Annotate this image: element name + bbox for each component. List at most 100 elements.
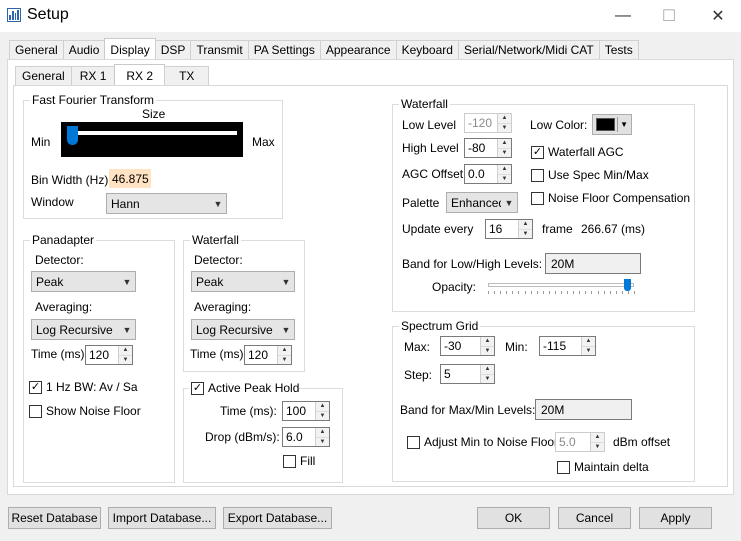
spin-up-icon[interactable]: ▲ — [498, 139, 511, 148]
subtab-rx1[interactable]: RX 1 — [70, 66, 116, 85]
spin-down-icon[interactable]: ▼ — [498, 173, 511, 183]
tab-keyboard[interactable]: Keyboard — [395, 40, 459, 59]
spin-up-icon[interactable]: ▲ — [119, 346, 132, 355]
one-hz-bw-checkbox[interactable]: ✓ — [29, 381, 42, 394]
spin-down-icon[interactable]: ▼ — [278, 354, 291, 364]
opacity-tick — [542, 291, 544, 294]
fft-slider-thumb[interactable] — [67, 126, 78, 145]
fft-slider-ticks — [67, 149, 237, 150]
panadapter-averaging-combo[interactable]: Log Recursive ▼ — [31, 319, 136, 340]
window-combo-value: Hann — [111, 196, 140, 211]
adjust-offset-spinner[interactable]: 5.0 ▲ ▼ — [555, 432, 605, 452]
low-color-picker[interactable]: ▼ — [592, 114, 632, 135]
ok-button[interactable]: OK — [477, 507, 550, 529]
spin-up-icon[interactable]: ▲ — [481, 337, 494, 346]
noise-floor-compensation-checkbox[interactable] — [531, 192, 544, 205]
spin-up-icon[interactable]: ▲ — [498, 165, 511, 174]
opacity-tick — [585, 291, 587, 294]
subtab-rx2[interactable]: RX 2 — [114, 64, 166, 86]
spin-down-icon[interactable]: ▼ — [316, 436, 329, 446]
tab-appearance[interactable]: Appearance — [319, 40, 397, 59]
grid-max-spinner[interactable]: -30 ▲ ▼ — [440, 336, 495, 356]
main-tabstrip: General Audio Display DSP Transmit PA Se… — [9, 38, 639, 60]
peak-hold-drop-spinner[interactable]: 6.0 ▲ ▼ — [282, 427, 330, 447]
spin-down-icon[interactable]: ▼ — [119, 354, 132, 364]
grid-min-value: -115 — [543, 339, 567, 353]
agc-offset-value: 0.0 — [468, 167, 485, 181]
export-database-button[interactable]: Export Database... — [223, 507, 332, 529]
peak-hold-time-spinner[interactable]: 100 ▲ ▼ — [282, 401, 330, 421]
tab-display[interactable]: Display — [104, 38, 156, 60]
use-spec-min-max-checkbox[interactable] — [531, 169, 544, 182]
tab-dsp[interactable]: DSP — [154, 40, 192, 59]
spin-down-icon[interactable]: ▼ — [582, 345, 595, 355]
adjust-min-noise-floor-checkbox[interactable] — [407, 436, 420, 449]
spin-up-icon[interactable]: ▲ — [519, 220, 532, 229]
spin-up-icon[interactable]: ▲ — [591, 433, 604, 442]
opacity-tick — [488, 291, 489, 294]
spin-down-icon[interactable]: ▼ — [591, 441, 604, 451]
grid-step-spinner[interactable]: 5 ▲ ▼ — [440, 364, 495, 384]
waterfall-time-value: 120 — [248, 348, 269, 362]
spin-down-icon[interactable]: ▼ — [498, 122, 511, 132]
fft-group-title: Fast Fourier Transform — [30, 93, 157, 107]
waterfall-time-spinner[interactable]: 120 ▲ ▼ — [244, 345, 292, 365]
low-level-spinner[interactable]: -120 ▲ ▼ — [464, 113, 512, 133]
waterfall-averaging-combo[interactable]: Log Recursive ▼ — [191, 319, 295, 340]
fft-max-label: Max — [252, 135, 275, 149]
subtab-tx[interactable]: TX — [164, 66, 210, 85]
opacity-slider[interactable] — [484, 277, 638, 297]
close-button[interactable]: ✕ — [695, 0, 741, 32]
spin-up-icon[interactable]: ▲ — [481, 365, 494, 374]
panadapter-detector-combo[interactable]: Peak ▼ — [31, 271, 136, 292]
tab-tests[interactable]: Tests — [598, 40, 639, 59]
opacity-slider-thumb[interactable] — [624, 279, 632, 291]
use-spec-min-max-label: Use Spec Min/Max — [548, 168, 649, 182]
spin-up-icon[interactable]: ▲ — [498, 114, 511, 123]
cancel-button[interactable]: Cancel — [558, 507, 631, 529]
spin-up-icon[interactable]: ▲ — [316, 402, 329, 411]
update-every-spinner[interactable]: 16 ▲ ▼ — [485, 219, 533, 239]
apply-button[interactable]: Apply — [639, 507, 712, 529]
high-level-spinner[interactable]: -80 ▲ ▼ — [464, 138, 512, 158]
window-combo[interactable]: Hann ▼ — [106, 193, 227, 214]
opacity-tick — [597, 291, 599, 294]
chevron-down-icon: ▼ — [620, 120, 628, 129]
import-database-button[interactable]: Import Database... — [108, 507, 216, 529]
spin-up-icon[interactable]: ▲ — [316, 428, 329, 437]
opacity-tick — [518, 291, 520, 294]
fill-checkbox[interactable] — [283, 455, 296, 468]
reset-database-button[interactable]: Reset Database — [8, 507, 101, 529]
maintain-delta-checkbox[interactable] — [557, 461, 570, 474]
fft-size-slider[interactable] — [61, 122, 243, 157]
waterfall-agc-checkbox[interactable]: ✓ — [531, 146, 544, 159]
minimize-button[interactable]: — — [600, 0, 646, 32]
spin-down-icon[interactable]: ▼ — [316, 410, 329, 420]
spin-down-icon[interactable]: ▼ — [481, 373, 494, 383]
tab-general[interactable]: General — [9, 40, 64, 59]
active-peak-hold-checkbox[interactable]: ✓ — [191, 382, 204, 395]
palette-combo[interactable]: Enhanced ▼ — [446, 192, 518, 213]
agc-offset-label: AGC Offset — [402, 167, 464, 181]
subtab-general[interactable]: General — [15, 66, 72, 85]
show-noise-floor-checkbox[interactable] — [29, 405, 42, 418]
low-color-swatch — [596, 118, 616, 131]
tab-serial-network-midi-cat[interactable]: Serial/Network/Midi CAT — [457, 40, 600, 59]
opacity-tick — [494, 291, 496, 294]
spin-down-icon[interactable]: ▼ — [498, 147, 511, 157]
bin-width-value: 46.875 — [109, 169, 151, 188]
spin-up-icon[interactable]: ▲ — [278, 346, 291, 355]
tab-pa-settings[interactable]: PA Settings — [247, 40, 321, 59]
tab-transmit[interactable]: Transmit — [190, 40, 249, 59]
panadapter-time-spinner[interactable]: 120 ▲ ▼ — [85, 345, 133, 365]
maximize-button[interactable]: ☐ — [646, 0, 692, 32]
spin-down-icon[interactable]: ▼ — [519, 228, 532, 238]
band-max-min-value: 20M — [535, 399, 632, 420]
tab-audio[interactable]: Audio — [62, 40, 106, 59]
spin-up-icon[interactable]: ▲ — [582, 337, 595, 346]
agc-offset-spinner[interactable]: 0.0 ▲ ▼ — [464, 164, 512, 184]
grid-max-value: -30 — [444, 339, 462, 353]
waterfall-detector-combo[interactable]: Peak ▼ — [191, 271, 295, 292]
spin-down-icon[interactable]: ▼ — [481, 345, 494, 355]
grid-min-spinner[interactable]: -115 ▲ ▼ — [539, 336, 596, 356]
